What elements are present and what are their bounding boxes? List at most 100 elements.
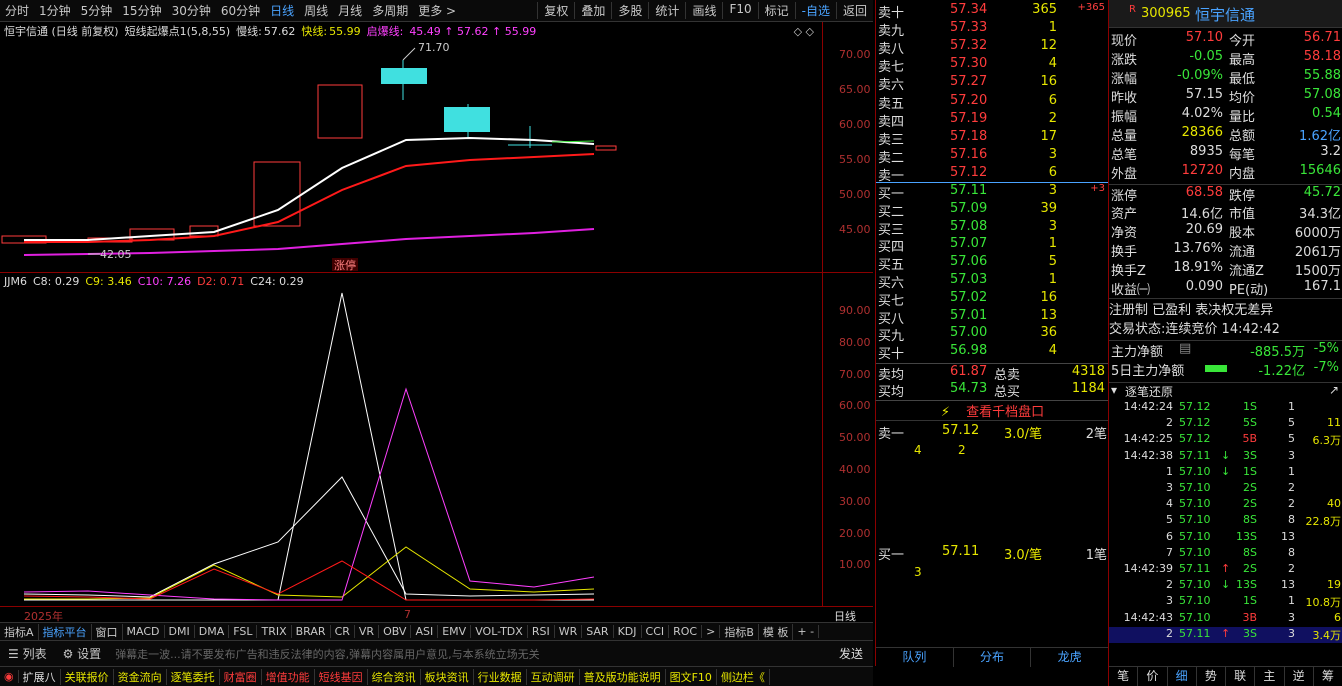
asks-price[interactable]: 57.33 [950,20,987,35]
indicator-tab[interactable]: ASI [411,625,439,638]
timeframe-tab[interactable]: 多周期 [367,2,413,19]
bottom-tab[interactable]: 板块资讯 [421,668,474,685]
indicator-tab[interactable]: WR [555,625,583,638]
danmu-input[interactable]: 弹幕走一波...请不要发布广告和违反法律的内容,弹幕内容属用户意见,与本系统立场… [109,646,789,662]
tool-button[interactable]: -自选 [794,2,836,19]
indicator-tab[interactable]: SAR [582,625,614,638]
bids-price[interactable]: 57.01 [950,308,987,323]
bids-price[interactable]: 57.06 [950,254,987,269]
bottom-tab[interactable]: 普及版功能说明 [580,668,666,685]
timeframe-tab[interactable]: 分时 [0,2,34,19]
detail-tab[interactable]: 逆 [1285,667,1314,686]
bids-price[interactable]: 57.02 [950,290,987,305]
indicator-tab[interactable]: FSL [229,625,258,638]
kline-chart[interactable]: 71.70 42.05 涨停 [0,40,822,272]
indicator-label[interactable]: JJM6 [4,275,27,288]
bottom-tab[interactable]: 财富圈 [220,668,262,685]
bottom-tab[interactable]: 侧边栏《 [717,668,770,685]
indicator-tab[interactable]: > [702,625,721,638]
bids-price[interactable]: 57.00 [950,325,987,340]
bottom-tab[interactable]: 行业数据 [474,668,527,685]
indicator-tab[interactable]: TRIX [257,625,292,638]
bids-price[interactable]: 57.08 [950,219,987,234]
indicator-tab[interactable]: 模 板 [759,623,794,640]
bids-price[interactable]: 57.07 [950,236,987,251]
indicator-tab[interactable]: VR [355,625,380,638]
asks-price[interactable]: 57.34 [950,2,987,17]
indicator-tab[interactable]: DMI [165,625,195,638]
indicator-tab[interactable]: KDJ [614,625,642,638]
asks-price[interactable]: 57.27 [950,74,987,89]
tool-button[interactable]: 多股 [611,2,648,19]
indicator-tab[interactable]: 窗口 [92,623,123,640]
bids-price[interactable]: 57.03 [950,272,987,287]
detail-tab[interactable]: 主 [1255,667,1285,686]
indicator-tab[interactable]: OBV [379,625,412,638]
indicator-tab[interactable]: DMA [195,625,230,638]
view-depth-link[interactable]: 查看千档盘口 [966,405,1044,420]
queue-tab[interactable]: 龙虎 [1031,648,1110,667]
indicator-tab[interactable]: BRAR [292,625,331,638]
bottom-tab[interactable]: 增值功能 [262,668,315,685]
indicator-tab[interactable]: 指标A [0,623,39,640]
detail-tab[interactable]: 筹 [1314,667,1342,686]
bids-price[interactable]: 57.09 [950,201,987,216]
bottom-tab[interactable]: 扩展八 [19,668,61,685]
indicator-tab[interactable]: 指标B [720,623,759,640]
indicator-tab[interactable]: + - [793,625,820,638]
diamond-icon[interactable]: ◇ ◇ [794,25,814,38]
bottom-tab[interactable]: 逐笔委托 [167,668,220,685]
detail-tab[interactable]: 联 [1226,667,1256,686]
indicator-chart[interactable] [0,289,822,606]
bids-price[interactable]: 56.98 [950,343,987,358]
send-button[interactable]: 发送 [839,645,873,662]
bottom-tab[interactable]: 资金流向 [114,668,167,685]
timeframe-tab[interactable]: 1分钟 [34,2,76,19]
toggle-switch-icon[interactable]: ◉ [0,670,19,683]
list-button[interactable]: ☰ 列表 [0,645,55,662]
asks-price[interactable]: 57.32 [950,38,987,53]
bottom-tab[interactable]: 综合资讯 [368,668,421,685]
tool-button[interactable]: 叠加 [574,2,611,19]
indicator-tab[interactable]: EMV [438,625,472,638]
tool-button[interactable]: 复权 [537,2,574,19]
timeframe-tab[interactable]: 30分钟 [167,2,216,19]
tool-button[interactable]: 画线 [685,2,722,19]
doc-icon[interactable]: ▤ [1179,341,1191,356]
timeframe-tab[interactable]: 15分钟 [117,2,166,19]
tick-menu-icon[interactable]: ▾ [1111,383,1117,397]
timeframe-tab[interactable]: 月线 [333,2,367,19]
asks-price[interactable]: 57.30 [950,56,987,71]
asks-price[interactable]: 57.18 [950,129,987,144]
expand-icon[interactable]: ↗ [1329,383,1339,397]
tool-button[interactable]: 返回 [835,2,873,19]
asks-price[interactable]: 57.16 [950,147,987,162]
timeframe-tab[interactable]: 60分钟 [216,2,265,19]
detail-tab[interactable]: 势 [1197,667,1226,686]
indicator-tab[interactable]: ROC [669,625,703,638]
tool-button[interactable]: F10 [722,2,757,19]
tool-button[interactable]: 标记 [757,2,795,19]
bottom-tab[interactable]: 图文F10 [666,668,717,685]
asks-price[interactable]: 57.20 [950,93,987,108]
indicator-tab[interactable]: 指标平台 [39,623,92,640]
timeframe-tab[interactable]: 周线 [299,2,333,19]
bids-price[interactable]: 57.11 [950,183,987,198]
timeframe-tab[interactable]: 5分钟 [76,2,118,19]
queue-tab[interactable]: 队列 [876,648,954,667]
asks-price[interactable]: 57.19 [950,111,987,126]
detail-tab[interactable]: 价 [1138,667,1168,686]
indicator-tab[interactable]: MACD [123,625,165,638]
tool-button[interactable]: 统计 [648,2,685,19]
bottom-tab[interactable]: 互动调研 [527,668,580,685]
detail-tab[interactable]: 笔 [1109,667,1139,686]
indicator-tab[interactable]: RSI [528,625,555,638]
indicator-tab[interactable]: CCI [642,625,670,638]
timeframe-tab[interactable]: 日线 [265,2,299,19]
timeframe-tab[interactable]: 更多 > [413,2,461,19]
indicator-tab[interactable]: CR [331,625,355,638]
bottom-tab[interactable]: 关联报价 [61,668,114,685]
asks-price[interactable]: 57.12 [950,165,987,180]
queue-tab[interactable]: 分布 [954,648,1032,667]
indicator-tab[interactable]: VOL-TDX [471,625,528,638]
